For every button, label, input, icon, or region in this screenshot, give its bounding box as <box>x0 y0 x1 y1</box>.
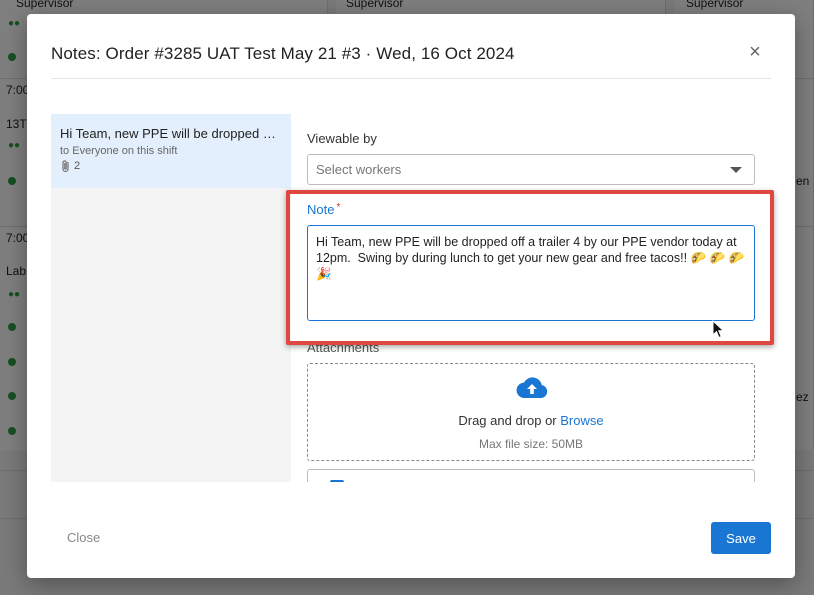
max-file-size: Max file size: 50MB <box>478 437 584 451</box>
select-workers-dropdown[interactable]: Select workers <box>307 154 755 185</box>
note-preview-title: Hi Team, new PPE will be dropped off a t… <box>60 126 282 141</box>
notes-list: Hi Team, new PPE will be dropped off a t… <box>51 114 291 482</box>
note-form: Viewable by Select workers Note * Hi Team… <box>307 114 755 482</box>
file-icon <box>330 480 344 482</box>
attachments-label: Attachments <box>307 340 380 355</box>
browse-link[interactable]: Browse <box>560 413 603 428</box>
required-mark: * <box>336 202 341 213</box>
notes-dialog: Notes: Order #3285 UAT Test May 21 #3 · … <box>27 14 795 578</box>
caret-down-icon <box>730 167 742 173</box>
mouse-cursor-icon <box>712 320 725 339</box>
save-button[interactable]: Save <box>711 522 771 554</box>
note-label: Note * <box>307 202 340 217</box>
attachment-file-row[interactable] <box>307 469 755 482</box>
cloud-upload-icon <box>516 377 548 399</box>
attachment-count: 2 <box>74 160 81 172</box>
viewable-by-label: Viewable by <box>307 131 377 146</box>
close-icon[interactable]: × <box>747 42 763 62</box>
note-attachments: 2 <box>60 159 282 173</box>
drop-instruction: Drag and drop or <box>458 413 557 428</box>
attachment-dropzone[interactable]: Drag and drop or Browse Max file size: 5… <box>307 363 755 461</box>
note-label-text: Note <box>307 202 335 217</box>
paperclip-icon <box>62 160 69 173</box>
title-divider <box>51 78 771 79</box>
drop-text: Drag and drop or Browse <box>308 413 754 428</box>
note-list-item[interactable]: Hi Team, new PPE will be dropped off a t… <box>51 114 291 188</box>
note-textarea[interactable]: Hi Team, new PPE will be dropped off a t… <box>307 225 755 321</box>
select-workers-placeholder: Select workers <box>316 162 402 177</box>
close-button[interactable]: Close <box>67 530 100 545</box>
note-audience: to Everyone on this shift <box>60 145 178 157</box>
dialog-title: Notes: Order #3285 UAT Test May 21 #3 · … <box>51 44 515 63</box>
